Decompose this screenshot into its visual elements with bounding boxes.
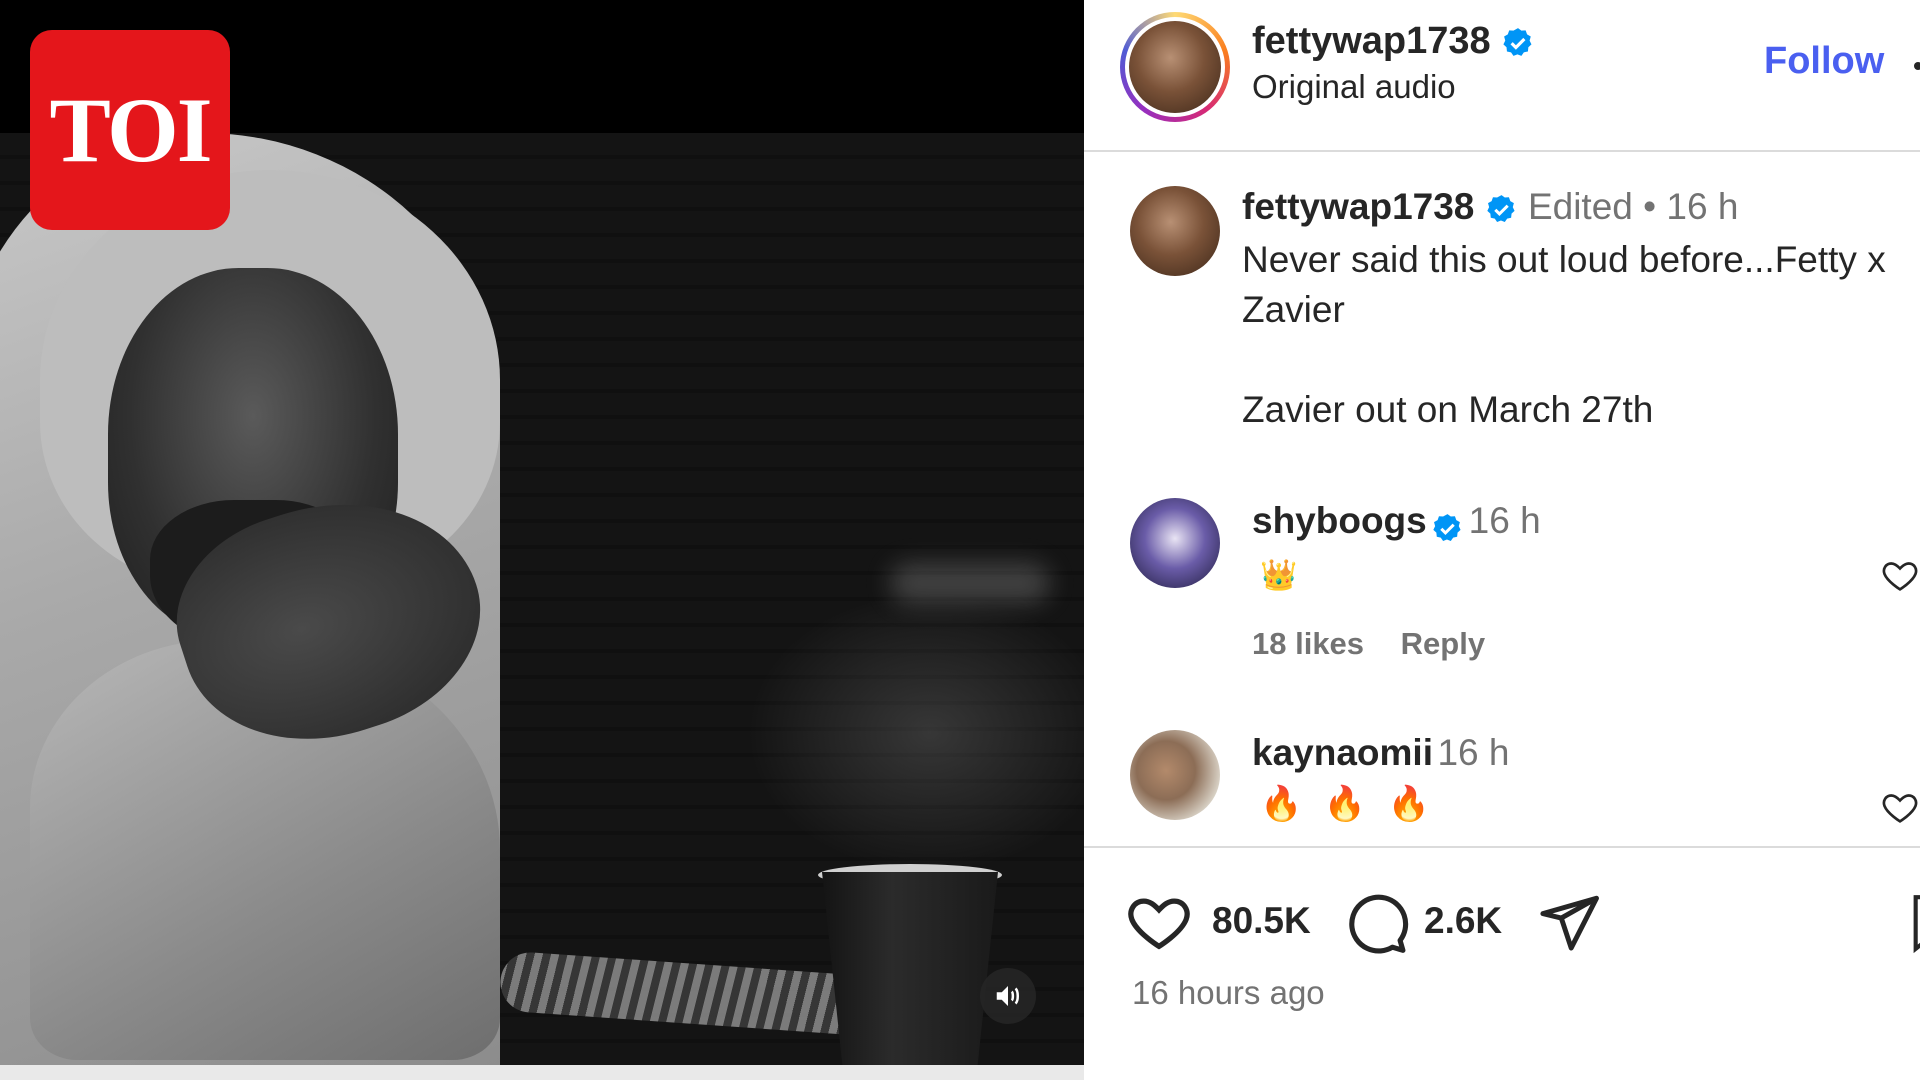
speaker-icon [996, 986, 1019, 1006]
caption-header: fettywap1738 Edited • 16 h [1242, 186, 1738, 228]
comment-username[interactable]: kaynaomii [1252, 732, 1433, 773]
mute-button[interactable] [980, 968, 1036, 1024]
follow-button[interactable]: Follow [1764, 40, 1884, 83]
background-light [890, 563, 1050, 603]
verified-badge-icon [1487, 194, 1515, 222]
comment-avatar-shyboogs[interactable] [1130, 498, 1220, 588]
post-panel: fettywap1738 Original audio Follow fetty… [1084, 0, 1920, 1080]
author-avatar-image [1129, 21, 1221, 113]
more-icon[interactable] [1914, 62, 1920, 70]
caption-line-1: Never said this out loud before...Fetty … [1242, 239, 1886, 280]
caption-avatar[interactable] [1130, 186, 1220, 276]
heart-icon[interactable] [1880, 788, 1920, 828]
like-heart-icon[interactable] [1124, 888, 1194, 958]
video-player[interactable]: TOI [0, 0, 1084, 1080]
comment-likes[interactable]: 18 likes [1252, 626, 1364, 661]
post-time: 16 hours ago [1132, 974, 1325, 1011]
caption-line-2: Zavier [1242, 289, 1345, 330]
share-icon[interactable] [1536, 890, 1602, 956]
comment-count[interactable]: 2.6K [1424, 900, 1502, 942]
author-avatar[interactable] [1120, 12, 1230, 122]
comment-text: 👑 [1260, 559, 1298, 592]
toi-logo-text: TOI [49, 79, 212, 181]
paper-cup [822, 872, 998, 1072]
verified-badge-icon [1503, 28, 1532, 56]
comment-avatar-kaynaomii[interactable] [1130, 730, 1220, 820]
audio-label[interactable]: Original audio [1252, 68, 1456, 106]
caption-line-3: Zavier out on March 27th [1242, 389, 1654, 430]
heart-icon[interactable] [1880, 556, 1920, 596]
author-username[interactable]: fettywap1738 [1252, 20, 1491, 62]
like-count[interactable]: 80.5K [1212, 900, 1311, 942]
comment-header: kaynaomii 16 h [1252, 732, 1509, 774]
action-bar: 80.5K 2.6K 16 hours ago [1084, 846, 1920, 1082]
separator: • [1643, 186, 1657, 227]
edited-label: Edited [1527, 186, 1633, 227]
post-header: fettywap1738 Original audio Follow [1084, 0, 1920, 152]
bookmark-icon[interactable] [1906, 892, 1920, 954]
video-bottom-edge [0, 1065, 1084, 1080]
reply-button[interactable]: Reply [1401, 626, 1485, 661]
verified-badge-icon [1433, 514, 1461, 542]
comment-time: 16 h [1437, 732, 1510, 773]
caption-username[interactable]: fettywap1738 [1242, 186, 1474, 227]
comment-text: 🔥 🔥 🔥 [1260, 785, 1436, 823]
comment-header: shyboogs 16 h [1252, 500, 1541, 545]
comment-username[interactable]: shyboogs [1252, 500, 1427, 541]
comment-time: 16 h [1468, 500, 1541, 541]
comment-icon[interactable] [1342, 888, 1410, 956]
caption-time: 16 h [1666, 186, 1739, 227]
toi-logo: TOI [30, 30, 230, 230]
